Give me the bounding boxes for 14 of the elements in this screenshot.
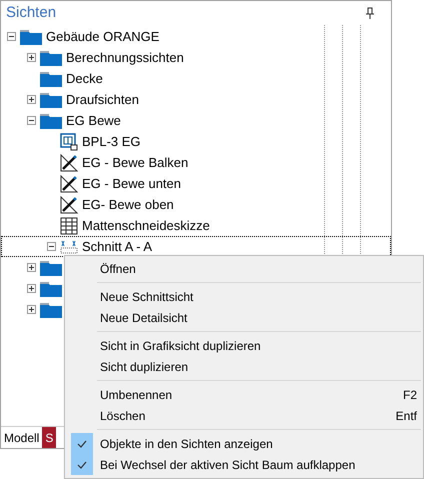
shortcut-label: F2 xyxy=(402,386,417,404)
tree-label: Decke xyxy=(66,70,103,88)
shortcut-label: Entf xyxy=(396,408,417,424)
tree-label: Schnitt A - A xyxy=(82,238,152,256)
tree-label: EG- Bewe oben xyxy=(82,196,174,214)
tree-label: EG - Bewe unten xyxy=(82,174,181,193)
panel-title: Sichten xyxy=(6,2,56,23)
tree-label: Berechnungssichten xyxy=(66,48,184,67)
tree-label: Gebäude ORANGE xyxy=(46,28,160,46)
tree-label: Draufsichten xyxy=(66,90,139,109)
tree-label: Mattenschneideskizze xyxy=(82,216,210,235)
tree-label: BPL-3 EG xyxy=(82,132,141,151)
tree-label: EG Bewe xyxy=(66,112,121,130)
tree-label: EG - Bewe Balken xyxy=(82,154,188,172)
